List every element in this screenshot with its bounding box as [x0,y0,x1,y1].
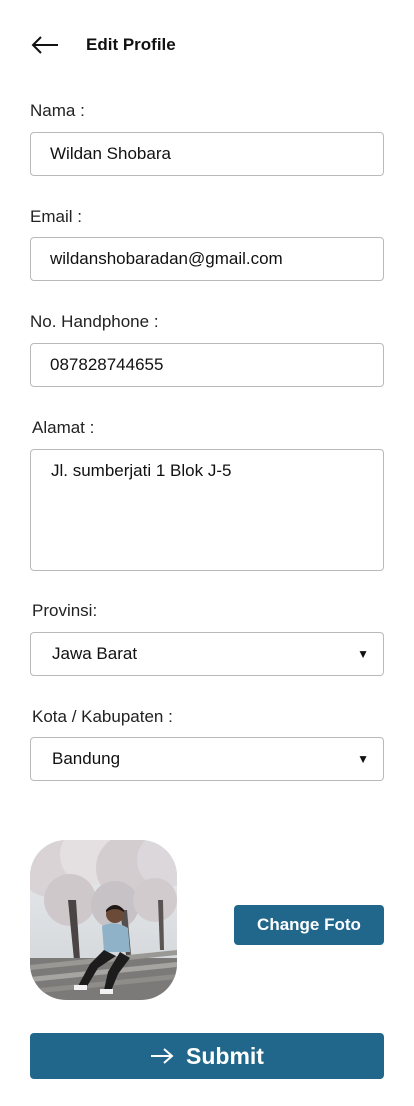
alamat-label: Alamat : [32,418,95,437]
profile-photo [30,840,177,1000]
kota-label: Kota / Kabupaten : [32,707,173,726]
provinsi-select[interactable]: Jawa Barat ▼ [30,632,384,676]
email-input[interactable] [30,237,384,281]
nama-label: Nama : [30,101,85,120]
change-photo-button[interactable]: Change Foto [234,905,384,945]
nama-input[interactable] [30,132,384,176]
kota-select[interactable]: Bandung ▼ [30,737,384,781]
chevron-down-icon: ▼ [357,752,369,766]
arrow-right-icon [151,1048,174,1064]
alamat-textarea[interactable]: Jl. sumberjati 1 Blok J-5 [30,449,384,571]
email-label: Email : [30,207,82,226]
phone-input[interactable] [30,343,384,387]
phone-label: No. Handphone : [30,312,159,331]
submit-button[interactable]: Submit [30,1033,384,1079]
back-button[interactable] [28,30,62,60]
page-title: Edit Profile [86,35,176,54]
chevron-down-icon: ▼ [357,647,369,661]
kota-value: Bandung [52,749,121,768]
provinsi-value: Jawa Barat [52,644,138,663]
arrow-left-icon [31,36,58,54]
submit-label: Submit [186,1042,264,1069]
provinsi-label: Provinsi: [32,601,98,620]
